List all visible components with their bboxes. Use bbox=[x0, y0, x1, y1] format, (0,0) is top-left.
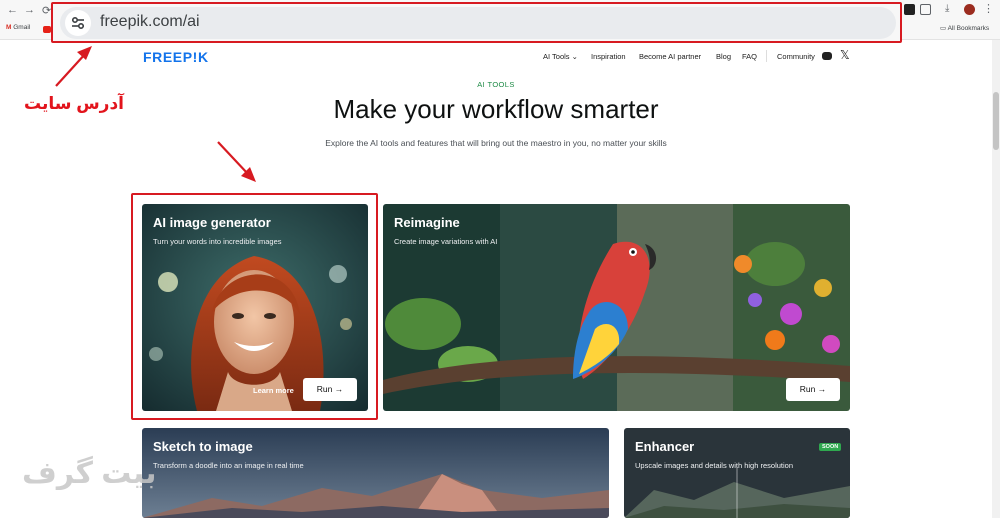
arrow-to-card bbox=[217, 141, 249, 175]
address-annotation-label: آدرس سایت bbox=[24, 94, 124, 113]
arrow-head bbox=[77, 46, 92, 60]
annotation-arrows bbox=[55, 46, 256, 182]
watermark: بیت گرف bbox=[22, 457, 157, 490]
arrow-to-address-bar bbox=[55, 52, 87, 87]
